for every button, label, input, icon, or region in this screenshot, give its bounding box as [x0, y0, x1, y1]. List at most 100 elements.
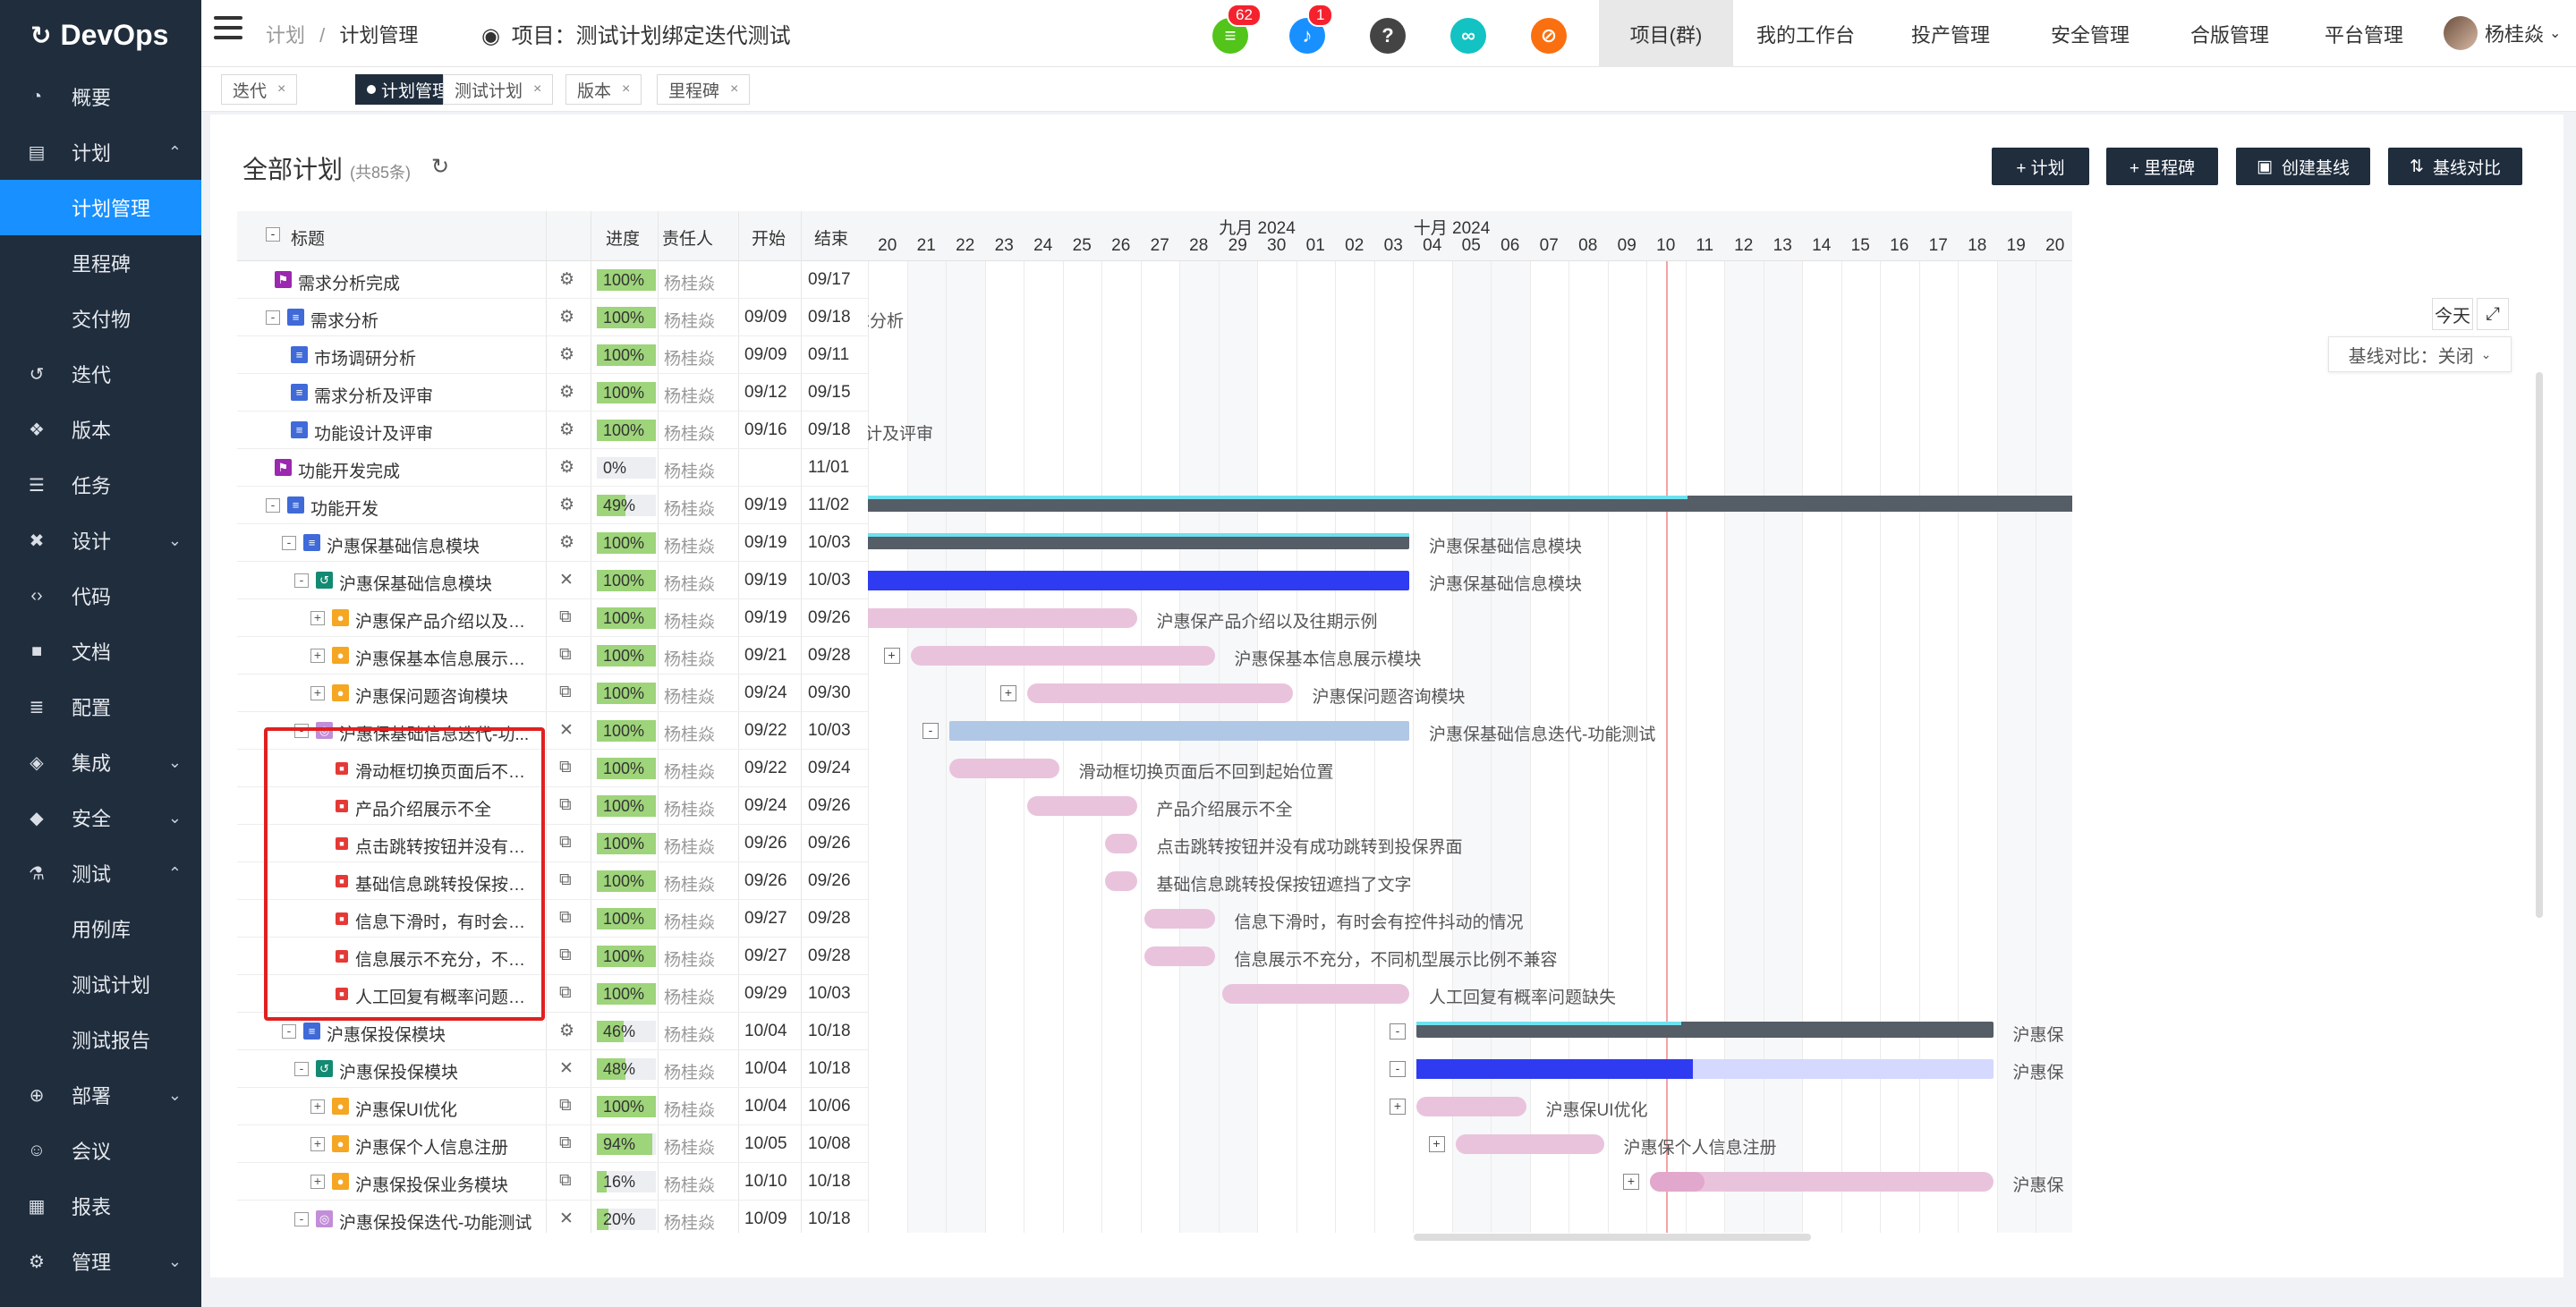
- sidebar-item-17[interactable]: 测试报告: [0, 1012, 201, 1067]
- gantt-bar[interactable]: [1027, 683, 1293, 703]
- row-title[interactable]: 沪惠保产品介绍以及往...: [355, 608, 532, 632]
- today-button[interactable]: 今天: [2432, 298, 2473, 330]
- gear-icon[interactable]: ⚙: [559, 307, 574, 327]
- gantt-bar[interactable]: [1143, 909, 1215, 929]
- sidebar-item-5[interactable]: ↺ 迭代: [0, 346, 201, 402]
- gear-icon[interactable]: ⚙: [559, 532, 574, 553]
- row-title[interactable]: 需求分析: [310, 308, 532, 332]
- fullscreen-icon[interactable]: ⤢: [2477, 298, 2509, 330]
- table-row[interactable]: - ≡ 功能开发 ⚙ 49% 杨桂焱 09/19 11/02: [237, 487, 868, 524]
- top-nav-item-0[interactable]: 项目(群): [1599, 0, 1733, 67]
- copy-icon[interactable]: ⧉: [559, 1133, 572, 1153]
- sidebar-item-0[interactable]: ◔ 概要: [0, 69, 201, 124]
- sidebar-item-8[interactable]: ✖ 设计 ⌄: [0, 513, 201, 568]
- table-row[interactable]: + ● 沪惠保产品介绍以及往... ⧉ 100% 杨桂焱 09/19 09/26: [237, 599, 868, 637]
- copy-icon[interactable]: ⧉: [559, 870, 572, 890]
- gantt-bar[interactable]: [1221, 984, 1409, 1004]
- table-row[interactable]: ≡ 市场调研分析 ⚙ 100% 杨桂焱 09/09 09/11: [237, 336, 868, 374]
- disable-icon[interactable]: ⊘: [1531, 18, 1567, 54]
- copy-icon[interactable]: ⧉: [559, 1096, 572, 1116]
- row-title[interactable]: 沪惠保基础信息模块: [339, 571, 532, 595]
- sidebar-item-6[interactable]: ❖ 版本: [0, 402, 201, 457]
- row-title[interactable]: 沪惠保投保迭代-功能测试: [339, 1209, 532, 1233]
- collapse-toggle[interactable]: -: [266, 310, 280, 325]
- table-row[interactable]: ⚑ 需求分析完成 ⚙ 100% 杨桂焱 09/17: [237, 261, 868, 299]
- copy-icon[interactable]: ⧉: [559, 758, 572, 777]
- copy-icon[interactable]: ⧉: [559, 645, 572, 665]
- tab-3[interactable]: 版本 ×: [565, 74, 642, 105]
- collapse-toggle[interactable]: -: [922, 723, 939, 739]
- gantt-bar[interactable]: [1105, 871, 1137, 891]
- table-row[interactable]: - ↺ 沪惠保基础信息模块 ✕ 100% 杨桂焱 09/19 10/03: [237, 562, 868, 599]
- close-icon[interactable]: ×: [277, 81, 285, 98]
- row-title[interactable]: 沪惠保UI优化: [355, 1097, 532, 1121]
- breadcrumb-root[interactable]: 计划: [266, 24, 305, 47]
- tab-0[interactable]: 迭代 ×: [221, 74, 298, 105]
- col-end[interactable]: 结束: [814, 225, 848, 250]
- sidebar-item-19[interactable]: ☺ 会议: [0, 1123, 201, 1178]
- tab-2[interactable]: 测试计划 ×: [443, 74, 554, 105]
- top-nav-item-1[interactable]: 我的工作台: [1739, 0, 1873, 67]
- gantt-bar[interactable]: [1027, 796, 1137, 816]
- close-icon[interactable]: ✕: [559, 720, 574, 741]
- col-owner[interactable]: 责任人: [662, 225, 713, 250]
- sidebar-item-18[interactable]: ⊕ 部署 ⌄: [0, 1067, 201, 1123]
- top-nav-item-3[interactable]: 安全管理: [2023, 0, 2157, 67]
- table-row[interactable]: - ≡ 沪惠保基础信息模块 ⚙ 100% 杨桂焱 09/19 10/03: [237, 524, 868, 562]
- row-title[interactable]: 需求分析及评审: [314, 383, 532, 407]
- row-title[interactable]: 沪惠保问题咨询模块: [355, 683, 532, 708]
- gear-icon[interactable]: ⚙: [559, 269, 574, 290]
- user-menu[interactable]: 杨桂焱 ⌄: [2444, 16, 2561, 50]
- collapse-toggle[interactable]: -: [294, 1212, 309, 1226]
- top-nav-item-5[interactable]: 平台管理: [2301, 0, 2427, 67]
- close-icon[interactable]: ×: [730, 81, 738, 98]
- row-title[interactable]: 沪惠保投保模块: [339, 1059, 532, 1083]
- close-icon[interactable]: ✕: [559, 570, 574, 590]
- gear-icon[interactable]: ⚙: [559, 382, 574, 403]
- row-title[interactable]: 沪惠保投保业务模块: [355, 1172, 532, 1196]
- expand-toggle[interactable]: +: [310, 1099, 325, 1114]
- col-progress[interactable]: 进度: [606, 225, 640, 250]
- collapse-toggle[interactable]: -: [282, 1024, 296, 1039]
- collapse-toggle[interactable]: -: [294, 1062, 309, 1076]
- expand-toggle[interactable]: +: [310, 611, 325, 625]
- vertical-scrollbar[interactable]: [2536, 372, 2543, 918]
- table-row[interactable]: - ↺ 沪惠保投保模块 ✕ 48% 杨桂焱 10/04 10/18: [237, 1050, 868, 1088]
- top-nav-item-4[interactable]: 合版管理: [2163, 0, 2297, 67]
- gantt-bar[interactable]: [868, 571, 1409, 590]
- collapse-all-toggle[interactable]: -: [266, 227, 280, 242]
- col-start[interactable]: 开始: [752, 225, 786, 250]
- col-title[interactable]: 标题: [291, 225, 325, 250]
- copy-icon[interactable]: ⧉: [559, 908, 572, 928]
- row-title[interactable]: 功能设计及评审: [314, 420, 532, 445]
- sidebar-item-3[interactable]: 里程碑: [0, 235, 201, 291]
- gear-icon[interactable]: ⚙: [559, 1021, 574, 1041]
- sidebar-item-7[interactable]: ☰ 任务: [0, 457, 201, 513]
- expand-toggle[interactable]: +: [310, 1137, 325, 1151]
- sidebar-item-2[interactable]: 计划管理: [0, 180, 201, 235]
- copy-icon[interactable]: ⧉: [559, 607, 572, 627]
- sidebar-item-20[interactable]: ▦ 报表: [0, 1178, 201, 1234]
- baseline-compare-select[interactable]: 基线对比：关闭 ⌄: [2328, 336, 2512, 372]
- copy-icon[interactable]: ⧉: [559, 833, 572, 853]
- collapse-toggle[interactable]: -: [266, 498, 280, 513]
- gantt-bar[interactable]: [1455, 1134, 1604, 1154]
- expand-toggle[interactable]: +: [1623, 1174, 1639, 1190]
- sidebar-item-21[interactable]: ⚙ 管理 ⌄: [0, 1234, 201, 1289]
- gantt-bar[interactable]: [1416, 1022, 1994, 1038]
- row-title[interactable]: 沪惠保基本信息展示模块: [355, 646, 532, 670]
- link-icon[interactable]: ∞: [1450, 18, 1486, 54]
- doc-notification-icon[interactable]: ≡ 62: [1212, 4, 1262, 54]
- gantt-bar[interactable]: [1105, 834, 1137, 853]
- close-icon[interactable]: ✕: [559, 1058, 574, 1079]
- sidebar-item-13[interactable]: ◆ 安全 ⌄: [0, 790, 201, 845]
- gantt-bar[interactable]: [1143, 946, 1215, 966]
- close-icon[interactable]: ×: [622, 81, 630, 98]
- table-row[interactable]: ≡ 功能设计及评审 ⚙ 100% 杨桂焱 09/16 09/18: [237, 412, 868, 449]
- expand-toggle[interactable]: +: [1000, 685, 1016, 701]
- row-title[interactable]: 需求分析完成: [298, 270, 532, 294]
- gear-icon[interactable]: ⚙: [559, 344, 574, 365]
- table-row[interactable]: + ● 沪惠保问题咨询模块 ⧉ 100% 杨桂焱 09/24 09/30: [237, 675, 868, 712]
- table-row[interactable]: + ● 沪惠保基本信息展示模块 ⧉ 100% 杨桂焱 09/21 09/28: [237, 637, 868, 675]
- tab-4[interactable]: 里程碑 ×: [657, 74, 751, 105]
